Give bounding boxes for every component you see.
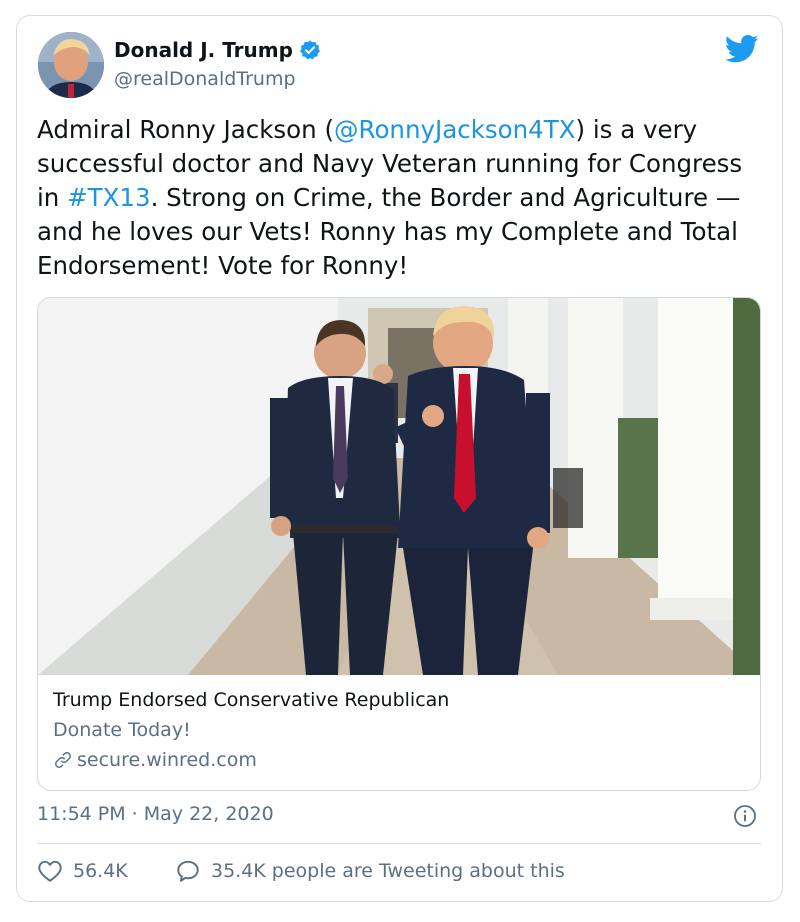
conversation-button[interactable]: 35.4K people are Tweeting about this (175, 859, 565, 883)
link-preview-card[interactable]: Trump Endorsed Conservative Republican D… (37, 297, 761, 791)
info-icon[interactable] (733, 804, 757, 828)
tweet-timestamp[interactable]: 11:54 PM · May 22, 2020 (37, 803, 274, 825)
avatar[interactable] (38, 32, 104, 98)
tweet-text-part: Admiral Ronny Jackson ( (37, 115, 335, 144)
author-handle[interactable]: @realDonaldTrump (114, 68, 296, 90)
heart-icon (38, 860, 62, 882)
divider (37, 843, 761, 844)
speech-bubble-icon (177, 860, 199, 882)
author-name-row: Donald J. Trump (114, 38, 321, 62)
twitter-bird-icon[interactable] (725, 34, 759, 64)
hashtag-link[interactable]: #TX13 (67, 183, 150, 212)
link-card-description: Donate Today! (53, 719, 191, 741)
link-icon (55, 752, 71, 768)
tweet-text: Admiral Ronny Jackson (@RonnyJackson4TX)… (37, 113, 767, 283)
verified-badge-icon (300, 40, 320, 60)
author-name[interactable]: Donald J. Trump (114, 38, 293, 62)
mention-link[interactable]: @RonnyJackson4TX (334, 115, 575, 144)
link-preview-image (38, 298, 760, 675)
like-button[interactable]: 56.4K (37, 859, 128, 883)
like-count: 56.4K (73, 860, 128, 882)
link-card-domain-row: secure.winred.com (53, 749, 257, 771)
conversation-count: 35.4K people are Tweeting about this (211, 860, 565, 882)
link-card-domain: secure.winred.com (77, 749, 257, 771)
link-card-title: Trump Endorsed Conservative Republican (53, 689, 450, 711)
